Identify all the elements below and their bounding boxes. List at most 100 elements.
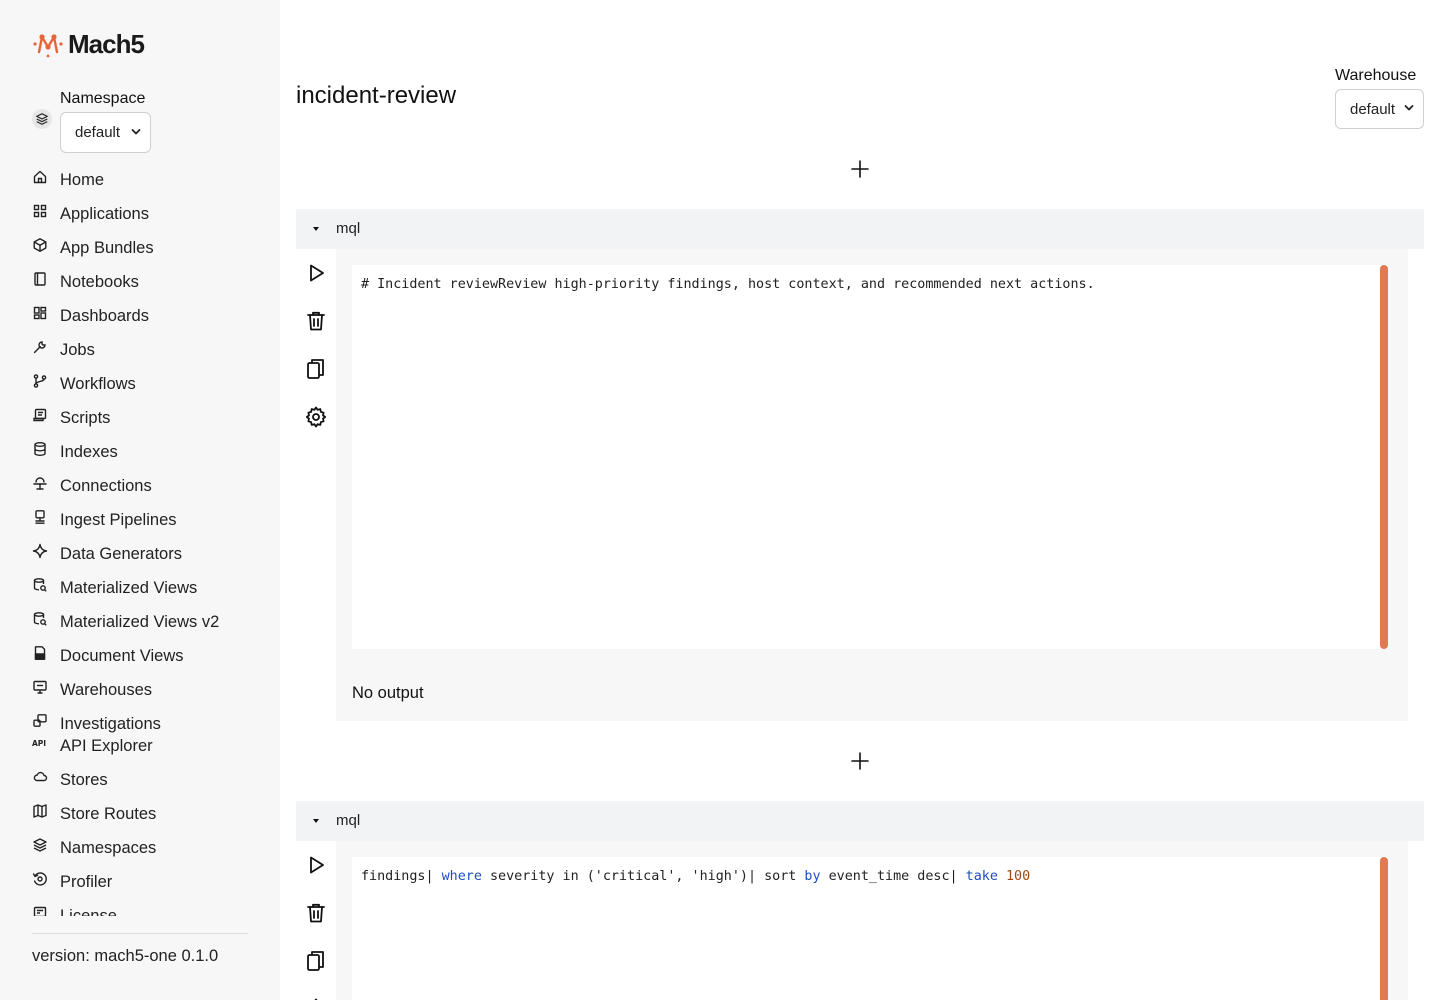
sidebar-item-label: Workflows <box>60 375 136 393</box>
code-line: findings| where severity in ('critical',… <box>361 869 1030 884</box>
document-icon <box>34 646 46 660</box>
caret-down-icon[interactable] <box>312 225 320 233</box>
sidebar-item-label: Dashboards <box>60 307 149 325</box>
sidebar-item-label: Data Generators <box>60 545 182 563</box>
script-icon <box>33 408 47 422</box>
sidebar-item-label: Document Views <box>60 647 184 665</box>
chevron-down-icon <box>1404 105 1414 111</box>
git-branch-icon <box>33 374 47 388</box>
home-icon <box>33 170 47 184</box>
sidebar-item-materialized-views-v2[interactable]: Materialized Views v2 <box>32 605 264 639</box>
sidebar-item-ingest-pipelines[interactable]: Ingest Pipelines <box>32 503 264 537</box>
cell-header[interactable]: mql <box>296 209 1424 249</box>
sidebar-item-applications[interactable]: Applications <box>32 197 264 231</box>
sidebar-item-namespaces[interactable]: Namespaces <box>32 831 264 865</box>
add-cell-button[interactable] <box>850 751 870 771</box>
code-editor[interactable]: # Incident reviewReview high-priority fi… <box>352 265 1388 649</box>
sidebar: Mach5 Namespace default Home Application… <box>0 0 280 1000</box>
mach5-logo[interactable]: Mach5 <box>32 28 145 60</box>
sidebar-item-license[interactable]: License <box>32 899 264 916</box>
copy-icon[interactable] <box>304 357 328 381</box>
sidebar-item-label: Applications <box>60 205 149 223</box>
layers-icon <box>32 109 52 129</box>
wrench-icon <box>33 341 46 354</box>
svg-text:API: API <box>32 739 46 748</box>
sidebar-item-indexes[interactable]: Indexes <box>32 435 264 469</box>
add-cell-button[interactable] <box>850 159 870 179</box>
sidebar-item-label: Indexes <box>60 443 118 461</box>
sparkle-icon <box>32 543 48 559</box>
sidebar-item-connections[interactable]: Connections <box>32 469 264 503</box>
cell-toolbar <box>304 261 328 431</box>
code-line: # Incident reviewReview high-priority fi… <box>361 277 1095 292</box>
editor-scrollbar[interactable] <box>1380 857 1388 1000</box>
layers-icon <box>33 838 47 852</box>
code-keyword: by <box>804 869 821 884</box>
code-token: severity in ('critical', 'high')| sort <box>481 869 805 884</box>
sidebar-nav: Home Applications App Bundles Notebooks … <box>32 163 264 916</box>
sidebar-item-warehouses[interactable]: Warehouses <box>32 673 264 707</box>
sidebar-item-stores[interactable]: Stores <box>32 763 264 797</box>
api-icon: API <box>32 739 46 748</box>
sidebar-item-jobs[interactable]: Jobs <box>32 333 264 367</box>
sidebar-item-profiler[interactable]: Profiler <box>32 865 264 899</box>
dashboard-icon <box>33 306 47 320</box>
sidebar-item-app-bundles[interactable]: App Bundles <box>32 231 264 265</box>
code-editor[interactable]: findings| where severity in ('critical',… <box>352 857 1388 1000</box>
sidebar-item-investigations[interactable]: Investigations <box>32 707 264 733</box>
sidebar-item-label: License <box>60 907 117 916</box>
sidebar-item-dashboards[interactable]: Dashboards <box>32 299 264 333</box>
sidebar-item-store-routes[interactable]: Store Routes <box>32 797 264 831</box>
warehouse-label: Warehouse <box>1335 67 1417 84</box>
sidebar-item-label: Jobs <box>60 341 95 359</box>
sidebar-item-label: Ingest Pipelines <box>60 511 177 529</box>
trash-icon[interactable] <box>304 901 328 925</box>
sidebar-item-scripts[interactable]: Scripts <box>32 401 264 435</box>
sidebar-item-notebooks[interactable]: Notebooks <box>32 265 264 299</box>
sidebar-item-materialized-views[interactable]: Materialized Views <box>32 571 264 605</box>
apps-grid-icon <box>33 204 47 218</box>
sidebar-item-home[interactable]: Home <box>32 163 264 197</box>
sidebar-item-label: Home <box>60 171 105 189</box>
sidebar-item-label: Namespaces <box>60 839 157 857</box>
license-icon <box>33 906 47 916</box>
sidebar-item-label: Warehouses <box>60 681 153 699</box>
editor-scrollbar[interactable] <box>1380 265 1388 649</box>
page-title: incident-review <box>296 82 457 109</box>
db-search-icon <box>33 612 47 626</box>
sidebar-item-label: API Explorer <box>60 737 153 755</box>
sidebar-item-document-views[interactable]: Document Views <box>32 639 264 673</box>
trash-icon[interactable] <box>304 309 328 333</box>
package-icon <box>33 238 47 252</box>
namespace-select[interactable]: default <box>60 112 151 153</box>
cell-language-label: mql <box>336 220 361 237</box>
code-keyword: take <box>965 869 998 884</box>
logo-text: Mach5 <box>68 28 145 59</box>
chevron-down-icon <box>131 129 141 135</box>
sidebar-item-label: Scripts <box>60 409 111 427</box>
db-search-icon <box>33 578 47 592</box>
sidebar-item-workflows[interactable]: Workflows <box>32 367 264 401</box>
copy-icon[interactable] <box>304 949 328 973</box>
caret-down-icon[interactable] <box>312 817 320 825</box>
cell-output: No output <box>352 684 424 702</box>
monitor-icon <box>33 680 47 694</box>
warehouse-select-value: default <box>1350 100 1396 118</box>
code-keyword: where <box>441 869 482 884</box>
sidebar-item-label: Stores <box>60 771 108 789</box>
map-icon <box>33 804 47 818</box>
sidebar-item-data-generators[interactable]: Data Generators <box>32 537 264 571</box>
code-number: 100 <box>1005 869 1031 884</box>
cloud-icon <box>33 771 48 782</box>
cell-header[interactable]: mql <box>296 801 1424 841</box>
cell-language-label: mql <box>336 812 361 829</box>
warehouse-select[interactable]: default <box>1335 89 1424 129</box>
run-icon[interactable] <box>304 261 328 285</box>
investigation-icon <box>33 714 47 727</box>
sidebar-item-api-explorer[interactable]: API API Explorer <box>32 729 264 763</box>
plug-icon <box>33 477 47 490</box>
run-icon[interactable] <box>304 853 328 877</box>
gear-icon[interactable] <box>304 405 328 429</box>
mach5-logo-mark-icon <box>33 34 63 58</box>
